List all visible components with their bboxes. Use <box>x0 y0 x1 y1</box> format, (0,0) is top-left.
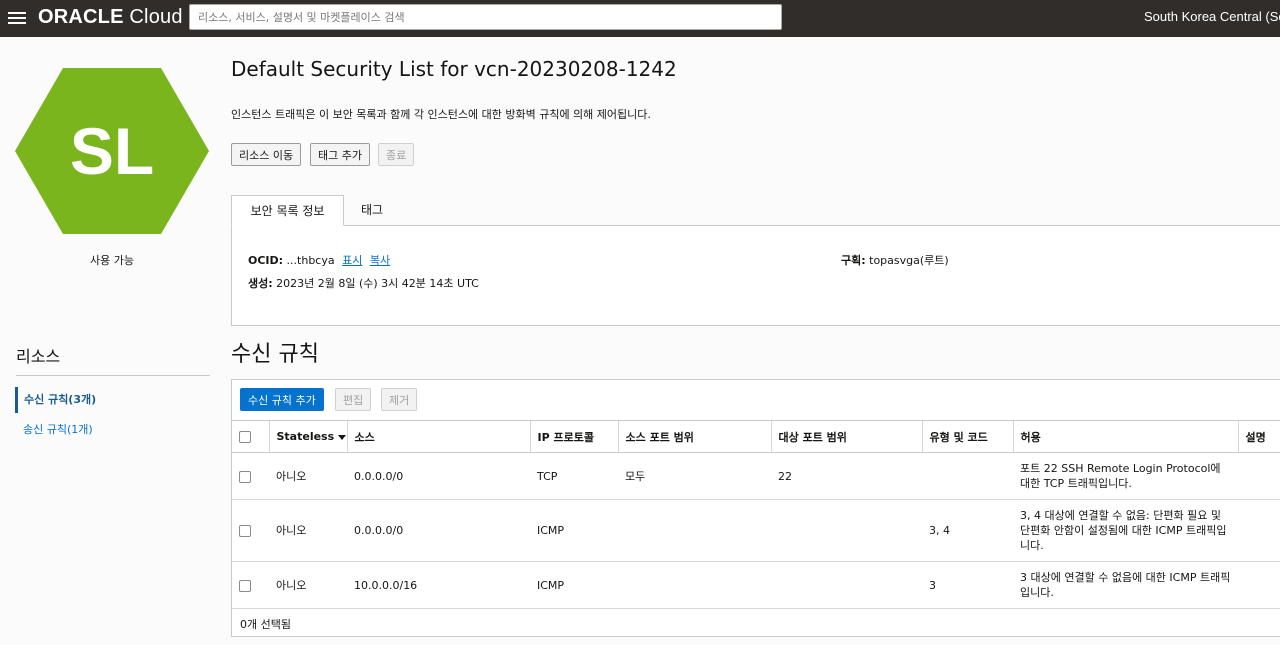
ocid-value: ...thbcya <box>286 254 335 267</box>
row-checkbox[interactable] <box>239 579 251 592</box>
resource-badge: SL <box>14 66 210 236</box>
cell-type-code: 3 <box>922 561 1013 609</box>
divider <box>16 375 210 376</box>
edit-button[interactable]: 편집 <box>335 388 372 411</box>
created-label: 생성: <box>248 277 273 290</box>
sidebar-item-egress-rules[interactable]: 송신 규칙(1개) <box>15 421 93 437</box>
cell-description <box>1238 452 1280 500</box>
ingress-rules-table: Stateless 소스 IP 프로토콜 소스 포트 범위 대상 포트 범위 유… <box>232 420 1280 609</box>
cell-protocol: ICMP <box>530 561 618 609</box>
cell-destination-port <box>771 561 922 609</box>
cell-type-code <box>922 452 1013 500</box>
row-select-cell <box>232 561 269 609</box>
brand-product: Cloud <box>123 6 183 28</box>
column-header-source: 소스 <box>346 420 530 453</box>
cell-allows: 3, 4 대상에 연결할 수 없음: 단편화 필요 및 단편화 안함이 설정됨에… <box>1013 499 1238 562</box>
hexagon-icon: SL <box>15 68 209 234</box>
table-row: 아니오 0.0.0.0/0 ICMP 3, 4 3, 4 대상에 연결할 수 없… <box>232 499 1280 562</box>
page-description: 인스턴스 트래픽은 이 보안 목록과 함께 각 인스턴스에 대한 방화벽 규칙에… <box>231 108 651 121</box>
column-header-allows: 허용 <box>1012 420 1238 453</box>
cell-stateless: 아니오 <box>269 499 347 562</box>
table-row: 아니오 10.0.0.0/16 ICMP 3 3 대상에 연결할 수 없음에 대… <box>232 561 1280 609</box>
column-header-source-port-range: 소스 포트 범위 <box>617 420 771 453</box>
menu-icon[interactable] <box>8 9 26 27</box>
sort-caret-icon <box>338 434 347 440</box>
column-header-description: 설명 <box>1237 420 1280 453</box>
row-checkbox[interactable] <box>239 470 251 483</box>
compartment-label: 구획: <box>841 254 866 267</box>
ocid-row: OCID: ...thbcya 표시 복사 <box>248 252 390 268</box>
resource-status: 사용 가능 <box>90 254 134 267</box>
select-all-cell <box>232 420 269 453</box>
cell-source-port: 모두 <box>618 452 771 500</box>
cell-destination-port <box>771 499 922 562</box>
badge-text: SL <box>70 114 154 188</box>
top-bar: ORACLE Cloud South Korea Central (Seoul) <box>0 0 1280 37</box>
cell-destination-port: 22 <box>771 452 922 500</box>
sidebar-item-ingress-rules[interactable]: 수신 규칙(3개) <box>15 387 96 413</box>
row-select-cell <box>232 452 269 500</box>
cell-stateless: 아니오 <box>269 561 347 609</box>
info-panel: OCID: ...thbcya 표시 복사 생성: 2023년 2월 8일 (수… <box>231 225 1280 326</box>
terminate-button[interactable]: 종료 <box>378 143 415 166</box>
cell-protocol: ICMP <box>530 499 618 562</box>
ingress-rules-panel: 수신 규칙 추가 편집 제거 Stateless 소스 IP 프로토콜 소스 포… <box>231 379 1280 637</box>
column-header-destination-port-range: 대상 포트 범위 <box>770 420 922 453</box>
add-tag-button[interactable]: 태그 추가 <box>310 143 370 166</box>
select-all-checkbox[interactable] <box>239 431 251 443</box>
move-resource-button[interactable]: 리소스 이동 <box>231 143 302 166</box>
cell-type-code: 3, 4 <box>922 499 1013 562</box>
column-header-ip-protocol: IP 프로토콜 <box>529 420 618 453</box>
cell-description <box>1238 561 1280 609</box>
brand-logo[interactable]: ORACLE Cloud <box>38 6 183 28</box>
cell-allows: 3 대상에 연결할 수 없음에 대한 ICMP 트래픽입니다. <box>1013 561 1238 609</box>
page-title: Default Security List for vcn-20230208-1… <box>231 57 677 81</box>
compartment-row: 구획: topasvga(루트) <box>841 252 949 268</box>
cell-source-port <box>618 561 771 609</box>
cell-source: 10.0.0.0/16 <box>347 561 530 609</box>
row-select-cell <box>232 499 269 562</box>
show-ocid-link[interactable]: 표시 <box>342 254 362 267</box>
cell-description <box>1238 499 1280 562</box>
copy-ocid-link[interactable]: 복사 <box>370 254 390 267</box>
cell-allows: 포트 22 SSH Remote Login Protocol에 대한 TCP … <box>1013 452 1238 500</box>
cell-source: 0.0.0.0/0 <box>347 452 530 500</box>
brand-name: ORACLE <box>38 6 124 28</box>
table-header-row: Stateless 소스 IP 프로토콜 소스 포트 범위 대상 포트 범위 유… <box>232 420 1280 453</box>
section-title: 수신 규칙 <box>231 342 319 367</box>
created-value: 2023년 2월 8일 (수) 3시 42분 14초 UTC <box>276 277 479 290</box>
cell-source-port <box>618 499 771 562</box>
compartment-value: topasvga(루트) <box>869 254 949 267</box>
resources-title: 리소스 <box>16 347 61 366</box>
tab-security-list-info[interactable]: 보안 목록 정보 <box>231 195 344 226</box>
selection-count: 0개 선택됨 <box>240 618 291 631</box>
table-row: 아니오 0.0.0.0/0 TCP 모두 22 포트 22 SSH Remote… <box>232 452 1280 500</box>
region-selector[interactable]: South Korea Central (Seoul) <box>1144 9 1280 25</box>
cell-source: 0.0.0.0/0 <box>347 499 530 562</box>
created-row: 생성: 2023년 2월 8일 (수) 3시 42분 14초 UTC <box>248 275 479 291</box>
column-header-stateless[interactable]: Stateless <box>268 420 347 453</box>
column-header-type-and-code: 유형 및 코드 <box>921 420 1013 453</box>
column-label: Stateless <box>276 430 335 443</box>
search-input[interactable] <box>189 4 782 30</box>
ocid-label: OCID: <box>248 254 284 267</box>
row-checkbox[interactable] <box>239 525 251 537</box>
cell-protocol: TCP <box>530 452 618 500</box>
cell-stateless: 아니오 <box>269 452 347 500</box>
remove-button[interactable]: 제거 <box>381 388 418 411</box>
tab-tags[interactable]: 태그 <box>344 195 400 226</box>
add-ingress-rule-button[interactable]: 수신 규칙 추가 <box>240 388 324 411</box>
